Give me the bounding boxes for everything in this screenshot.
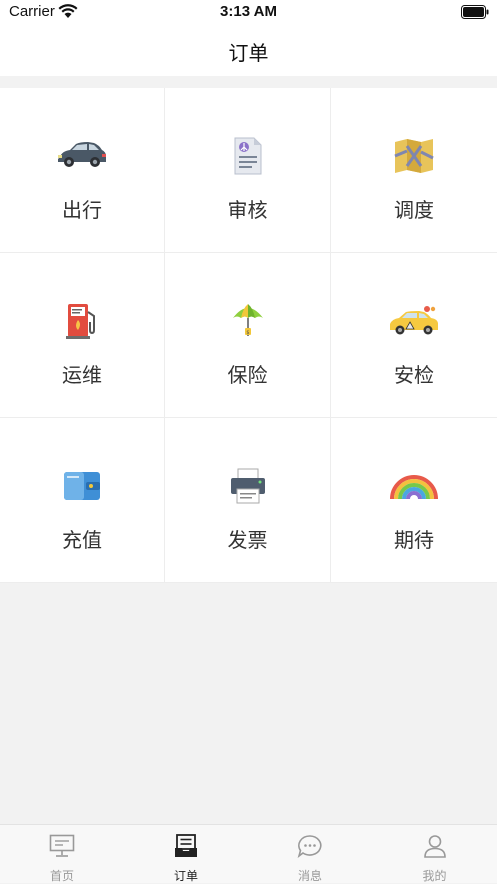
tab-messages[interactable]: 消息 (248, 825, 372, 884)
order-list-icon (175, 834, 197, 857)
grid-item-label: 出行 (62, 198, 102, 222)
umbrella-icon: $ (232, 304, 263, 336)
fuel-pump-icon (66, 304, 95, 339)
grid-item-maintenance[interactable]: 运维 (0, 253, 165, 418)
monitor-icon (49, 834, 75, 857)
chat-bubble-icon (297, 835, 322, 858)
grid-item-recharge[interactable]: 充值 (0, 418, 165, 583)
page-title: 订单 (228, 41, 269, 65)
status-bar: Carrier 3:13 AM (0, 0, 497, 26)
grid-item-label: 保险 (227, 363, 268, 387)
grid-item-label: 期待 (394, 528, 434, 552)
wallet-icon (64, 472, 100, 500)
tab-label: 消息 (297, 869, 322, 883)
tab-orders[interactable]: 订单 (124, 825, 248, 884)
status-time: 3:13 AM (220, 3, 277, 20)
tab-profile[interactable]: 我的 (372, 825, 497, 884)
map-icon (394, 139, 434, 173)
grid-item-dispatch[interactable]: 调度 (331, 88, 497, 253)
grid-item-label: 审核 (227, 198, 268, 222)
grid-item-invoice[interactable]: 发票 (165, 418, 331, 583)
grid-item-label: 调度 (394, 198, 434, 222)
function-grid: 出行 审核 调度 运维 $ 保险 安检 充值 发票 期待 (0, 88, 497, 583)
svg-text:$: $ (246, 330, 249, 336)
grid-item-travel[interactable]: 出行 (0, 88, 165, 253)
tab-label: 订单 (173, 869, 198, 883)
tab-home[interactable]: 首页 (0, 825, 124, 884)
nav-bar: 订单 (0, 26, 497, 76)
grid-item-label: 运维 (62, 363, 102, 387)
taxi-icon (390, 306, 438, 335)
battery-icon (461, 5, 489, 19)
grid-item-coming-soon[interactable]: 期待 (331, 418, 497, 583)
grid-item-label: 安检 (394, 363, 434, 387)
tab-label: 首页 (49, 869, 74, 883)
car-icon (58, 142, 106, 167)
grid-item-label: 发票 (227, 528, 268, 552)
grid-item-insurance[interactable]: $ 保险 (165, 253, 331, 418)
person-icon (423, 835, 446, 858)
grid-item-label: 充值 (62, 528, 102, 552)
grid-item-review[interactable]: 审核 (165, 88, 331, 253)
tab-bar: 首页 订单 消息 我的 (0, 824, 497, 883)
printer-icon (230, 468, 265, 504)
tab-label: 我的 (422, 869, 447, 883)
document-icon (234, 137, 261, 175)
rainbow-icon (390, 475, 438, 500)
grid-item-safety-check[interactable]: 安检 (331, 253, 497, 418)
